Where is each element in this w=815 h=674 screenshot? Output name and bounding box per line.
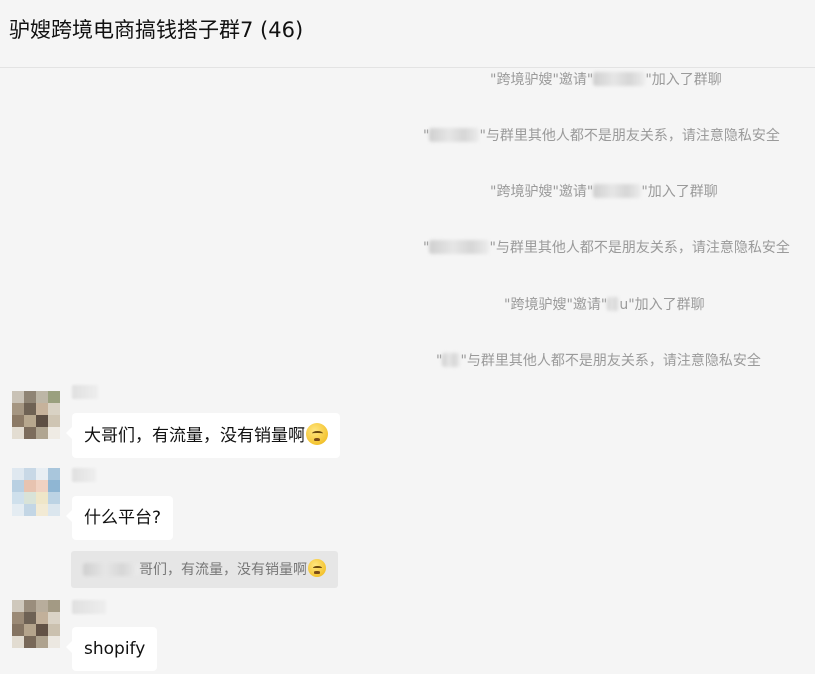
system-message-suffix: u"加入了群聊 (619, 297, 705, 313)
avatar[interactable] (12, 600, 60, 648)
system-message: "跨境驴嫂"邀请" u"加入了群聊 (504, 295, 705, 315)
message-text: shopify (84, 639, 146, 659)
chat-title[interactable]: 驴嫂跨境电商搞钱搭子群7 (46) (9, 16, 303, 44)
system-message: " "与群里其他人都不是朋友关系，请注意隐私安全 (436, 351, 761, 371)
redacted-name (442, 353, 461, 367)
system-message-suffix: "加入了群聊 (645, 72, 722, 88)
system-message: "跨境驴嫂"邀请" "加入了群聊 (490, 182, 718, 202)
message-list[interactable]: "跨境驴嫂"邀请" "加入了群聊 " "与群里其他人都不是朋友关系，请注意隐私安全 … (0, 69, 815, 674)
system-message-prefix: "跨境驴嫂"邀请" (504, 297, 608, 313)
redacted-name (607, 297, 620, 311)
system-message-suffix: "加入了群聊 (641, 184, 718, 200)
redacted-name (429, 240, 490, 254)
system-message-suffix: "与群里其他人都不是朋友关系，请注意隐私安全 (489, 240, 790, 256)
system-message: " "与群里其他人都不是朋友关系，请注意隐私安全 (423, 238, 790, 258)
message-bubble[interactable]: 大哥们，有流量，没有销量啊 (66, 413, 340, 458)
sender-name (72, 385, 98, 399)
system-message: " "与群里其他人都不是朋友关系，请注意隐私安全 (423, 126, 780, 146)
system-message-suffix: "与群里其他人都不是朋友关系，请注意隐私安全 (479, 128, 780, 144)
message-text: 大哥们，有流量，没有销量啊 (84, 426, 305, 446)
message-bubble[interactable]: shopify (65, 627, 158, 671)
system-message-prefix: "跨境驴嫂"邀请" (490, 72, 594, 88)
redacted-name (429, 128, 480, 142)
redacted-name (593, 72, 646, 86)
system-message-prefix: "跨境驴嫂"邀请" (490, 184, 594, 200)
avatar[interactable] (12, 391, 60, 439)
message-text: 什么平台? (84, 508, 162, 528)
crying-face-icon (308, 559, 326, 577)
quoted-message-text: 哥们，有流量，没有销量啊 (139, 562, 307, 578)
message-bubble[interactable]: 什么平台? (65, 496, 174, 540)
sender-name (72, 600, 106, 614)
chat-header: 驴嫂跨境电商搞钱搭子群7 (46) (0, 0, 815, 68)
system-message-suffix: "与群里其他人都不是朋友关系，请注意隐私安全 (460, 353, 761, 369)
avatar[interactable] (12, 468, 60, 516)
crying-face-icon (306, 423, 328, 445)
redacted-name (593, 184, 642, 198)
redacted-name (83, 563, 139, 576)
system-message: "跨境驴嫂"邀请" "加入了群聊 (490, 70, 722, 90)
sender-name (72, 468, 96, 482)
quoted-message[interactable]: 哥们，有流量，没有销量啊 (71, 551, 338, 588)
